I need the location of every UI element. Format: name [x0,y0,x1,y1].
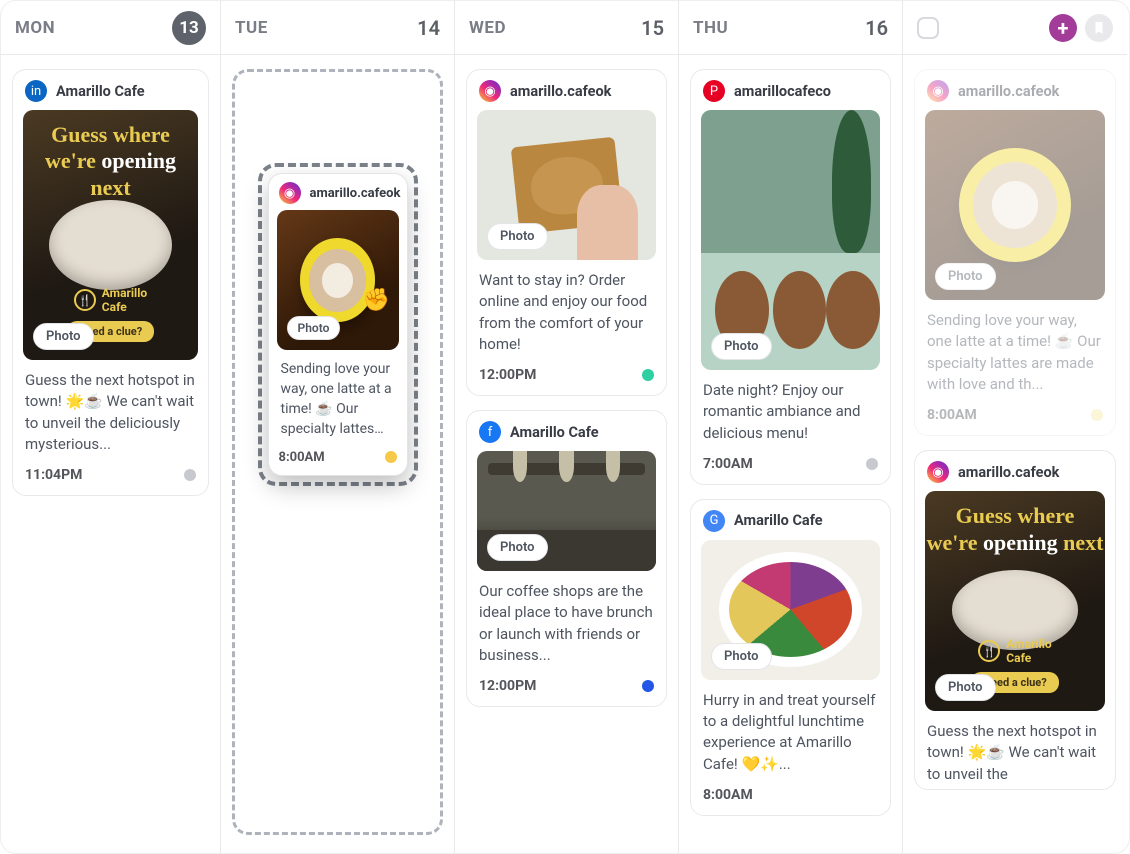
day-label: WED [469,18,506,38]
post-caption: Sending love your way, one latte at a ti… [915,300,1115,399]
media-type-pill: Photo [935,674,996,701]
account-handle: amarillo.cafeok [958,464,1059,481]
post-caption: Guess the next hotspot in town! 🌟☕ We ca… [13,360,208,459]
post-caption: Hurry in and treat yourself to a delight… [691,680,890,779]
day-header-tue[interactable]: TUE 14 [221,1,454,55]
day-number: 16 [865,16,888,40]
post-caption: Sending love your way, one latte at a ti… [269,350,407,444]
post-card[interactable]: in Amarillo Cafe Guess where we're openi… [12,69,209,496]
post-card[interactable]: P amarillocafeco Photo Date night? Enjoy… [690,69,891,485]
bookmark-button[interactable] [1085,14,1113,42]
day-label: MON [15,18,55,38]
day-number: 15 [641,16,664,40]
post-time: 7:00AM [703,456,753,472]
post-time: 12:00PM [479,678,536,694]
post-time: 11:04PM [25,467,82,483]
day-column-tue: TUE 14 Pick a new time ◉ amarillo.cafeok [221,1,455,853]
day-column-extra: + ◉ amarillo.cafeok Photo Sending love [903,1,1127,853]
post-thumbnail[interactable]: Photo [925,110,1105,300]
account-handle: amarillocafeco [734,83,831,100]
calendar-grid: MON 13 in Amarillo Cafe Guess where we'r… [1,1,1129,853]
dropzone[interactable]: Pick a new time ◉ amarillo.cafeok Photo [232,69,443,835]
media-type-pill: Photo [935,263,996,290]
post-caption: Our coffee shops are the ideal place to … [467,571,666,670]
post-caption: Guess the next hotspot in town! 🌟☕ We ca… [915,711,1115,789]
post-time: 12:00PM [479,367,536,383]
media-type-pill: Photo [287,316,341,340]
day-label: THU [693,18,728,38]
instagram-icon: ◉ [927,80,949,102]
select-checkbox[interactable] [917,17,939,39]
post-card[interactable]: f Amarillo Cafe Photo Our coffee shops a… [466,410,667,707]
media-type-pill: Photo [711,643,772,670]
status-dot [184,469,196,481]
post-thumbnail[interactable]: Photo [477,110,656,260]
post-time: 8:00AM [703,787,753,803]
status-dot [866,458,878,470]
google-business-icon: G [703,510,725,532]
day-number: 14 [417,16,440,40]
status-dot [642,680,654,692]
status-dot [1091,409,1103,421]
media-type-pill: Photo [711,333,772,360]
media-type-pill: Photo [33,323,94,350]
add-button[interactable]: + [1049,14,1077,42]
post-thumbnail[interactable]: Photo [701,110,880,370]
account-handle: amarillo.cafeok [310,186,401,201]
post-card[interactable]: ◉ amarillo.cafeok Photo Want to stay in?… [466,69,667,396]
day-column-wed: WED 15 ◉ amarillo.cafeok Photo Want to s… [455,1,679,853]
account-handle: amarillo.cafeok [958,83,1059,100]
day-header-mon[interactable]: MON 13 [1,1,220,55]
day-label: TUE [235,18,268,38]
day-header-extra[interactable]: + [903,1,1127,55]
grab-cursor-icon: ✊ [363,288,390,313]
post-card[interactable]: G Amarillo Cafe Photo Hurry in and treat… [690,499,891,816]
account-handle: Amarillo Cafe [56,83,145,100]
facebook-icon: f [479,421,501,443]
instagram-icon: ◉ [479,80,501,102]
day-column-thu: THU 16 P amarillocafeco Photo [679,1,903,853]
post-time: 8:00AM [927,407,977,423]
day-column-mon: MON 13 in Amarillo Cafe Guess where we'r… [1,1,221,853]
post-card[interactable]: ◉ amarillo.cafeok Guess where we're open… [914,450,1116,790]
instagram-icon: ◉ [927,461,949,483]
post-thumbnail[interactable]: Guess where we're opening next 🍴Amarillo… [925,491,1105,711]
post-thumbnail[interactable]: Photo [701,540,880,680]
account-handle: Amarillo Cafe [734,512,823,529]
post-time: 8:00AM [279,450,325,465]
post-thumbnail[interactable]: Photo [477,451,656,571]
linkedin-icon: in [25,80,47,102]
status-dot [385,451,397,463]
post-caption: Want to stay in? Order online and enjoy … [467,260,666,359]
post-card-dragging[interactable]: ◉ amarillo.cafeok Photo Sending love you… [268,173,408,476]
post-thumbnail[interactable]: Photo [277,210,399,350]
day-header-thu[interactable]: THU 16 [679,1,902,55]
post-caption: Date night? Enjoy our romantic ambiance … [691,370,890,448]
pinterest-icon: P [703,80,725,102]
day-header-wed[interactable]: WED 15 [455,1,678,55]
media-type-pill: Photo [487,534,548,561]
post-card-faded[interactable]: ◉ amarillo.cafeok Photo Sending love you… [914,69,1116,436]
instagram-icon: ◉ [279,182,301,204]
status-dot [642,369,654,381]
dragging-card-outline: ◉ amarillo.cafeok Photo Sending love you… [258,163,418,486]
post-thumbnail[interactable]: Guess where we're opening next 🍴Amarillo… [23,110,198,360]
account-handle: Amarillo Cafe [510,424,599,441]
day-number-today: 13 [172,11,206,45]
account-handle: amarillo.cafeok [510,83,611,100]
media-type-pill: Photo [487,223,548,250]
